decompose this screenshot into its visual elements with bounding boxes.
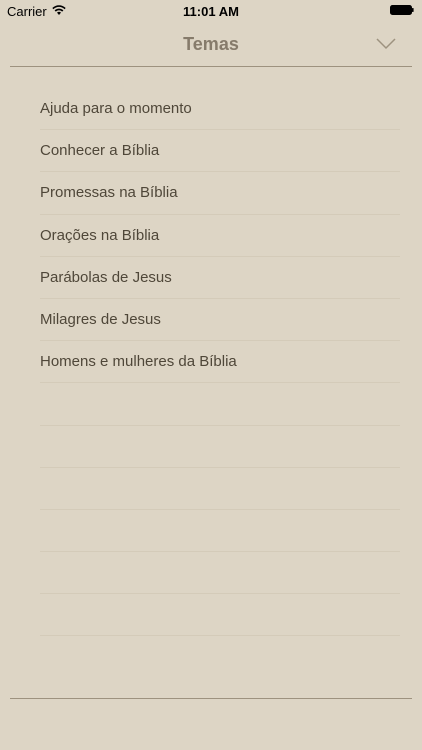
topics-list: Ajuda para o momento Conhecer a Bíblia Pro… (40, 88, 400, 637)
list-item[interactable]: Conhecer a Bíblia (40, 130, 400, 173)
footer-divider (10, 698, 412, 699)
list-item[interactable]: Parábolas de Jesus (40, 257, 400, 299)
list-item (40, 383, 400, 426)
list-item[interactable]: Milagres de Jesus (40, 299, 400, 342)
list-item (40, 468, 400, 510)
list-item[interactable]: Promessas na Bíblia (40, 172, 400, 215)
page-title: Temas (183, 34, 239, 54)
list-item[interactable]: Homens e mulheres da Bíblia (40, 341, 400, 384)
status-bar: Carrier 11:01 AM (0, 0, 422, 22)
list-item[interactable]: Orações na Bíblia (40, 215, 400, 257)
list-item (40, 510, 400, 553)
navigation-bar: Temas (0, 22, 422, 66)
chevron-down-icon[interactable] (376, 38, 396, 50)
list-item (40, 552, 400, 595)
list-item (40, 426, 400, 468)
battery-icon (390, 5, 414, 15)
list-item[interactable]: Ajuda para o momento (40, 88, 400, 131)
list-item (40, 594, 400, 637)
header-divider (10, 66, 412, 67)
clock: 11:01 AM (183, 4, 239, 19)
